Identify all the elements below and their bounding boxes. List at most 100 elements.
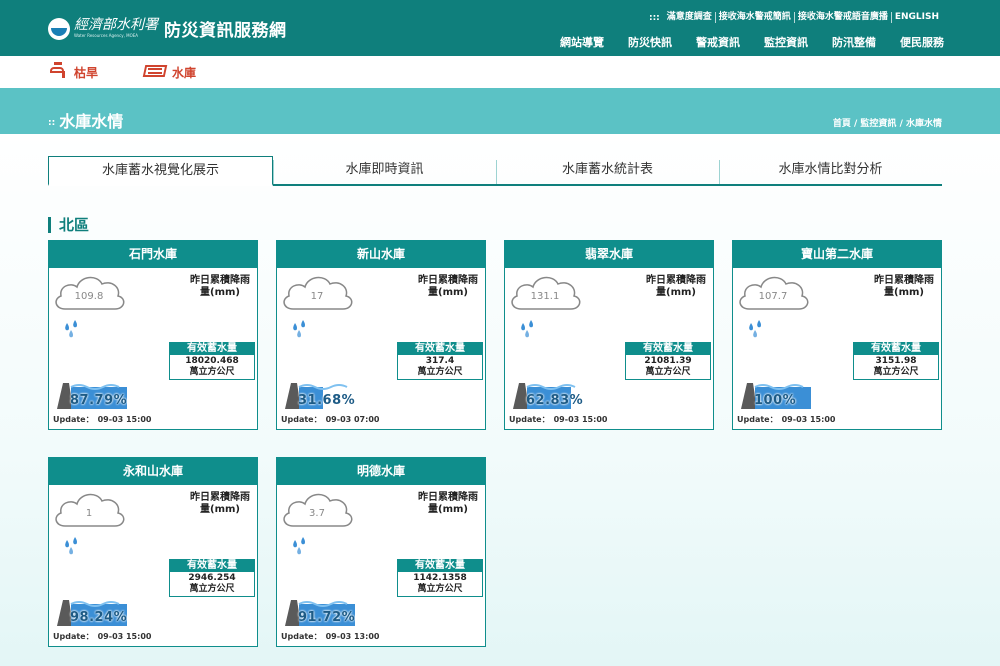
subnav-item-reservoir[interactable]: 水庫 bbox=[142, 62, 196, 82]
storage-title: 有效蓄水量 bbox=[169, 342, 255, 355]
rainfall-value: 109.8 bbox=[74, 291, 104, 302]
storage-unit: 萬立方公尺 bbox=[645, 367, 691, 377]
effective-storage-box: 有效蓄水量 1142.1358 萬立方公尺 bbox=[397, 559, 483, 597]
raindrop-icon bbox=[749, 320, 761, 338]
storage-title: 有效蓄水量 bbox=[397, 559, 483, 572]
faucet-icon bbox=[48, 62, 70, 82]
reservoir-name: 永和山水庫 bbox=[49, 458, 257, 485]
rainfall-value: 131.1 bbox=[530, 291, 560, 302]
storage-title: 有效蓄水量 bbox=[625, 342, 711, 355]
tab-visualization[interactable]: 水庫蓄水視覺化展示 bbox=[48, 156, 273, 186]
storage-value: 21081.39 bbox=[644, 356, 692, 366]
region-heading: 北區 bbox=[48, 214, 89, 235]
agency-name: 經濟部水利署 bbox=[74, 17, 158, 33]
update-time: Update： 09-03 13:00 bbox=[281, 632, 380, 641]
raindrop-icon bbox=[65, 537, 77, 555]
reservoir-card[interactable]: 翡翠水庫 131.1 昨日累積降雨 量(mm) 有效蓄水量 21081.39 萬立方公尺 62… bbox=[504, 240, 714, 430]
nav-item-services[interactable]: 便民服務 bbox=[900, 34, 944, 50]
utility-links: ::: 滿意度調查 接收海水警戒簡訊 接收海水警戒語音廣播 ENGLISH bbox=[649, 12, 942, 23]
raindrop-icon bbox=[293, 320, 305, 338]
reservoir-name: 新山水庫 bbox=[277, 241, 485, 268]
subnav-label-reservoir: 水庫 bbox=[172, 65, 197, 80]
rainfall-label: 昨日累積降雨 量(mm) bbox=[418, 275, 478, 298]
update-time: Update： 09-03 07:00 bbox=[281, 415, 380, 424]
rainfall-value: 3.7 bbox=[309, 508, 325, 519]
subnav-label-drought: 枯旱 bbox=[74, 65, 99, 80]
storage-unit: 萬立方公尺 bbox=[189, 584, 235, 594]
breadcrumb-monitoring[interactable]: 監控資訊 bbox=[860, 119, 896, 129]
tab-comparison[interactable]: 水庫水情比對分析 bbox=[719, 156, 942, 184]
agency-logo[interactable]: 經濟部水利署 Water Resources Agency, MOEA 防災資訊… bbox=[48, 16, 287, 41]
reservoir-name: 翡翠水庫 bbox=[505, 241, 713, 268]
storage-unit: 萬立方公尺 bbox=[417, 584, 463, 594]
storage-title: 有效蓄水量 bbox=[169, 559, 255, 572]
nav-item-news[interactable]: 防災快訊 bbox=[628, 34, 672, 50]
storage-value: 18020.468 bbox=[185, 356, 239, 366]
storage-title: 有效蓄水量 bbox=[853, 342, 939, 355]
storage-percentage: 31.68% bbox=[298, 393, 356, 408]
update-time: Update： 09-03 15:00 bbox=[53, 415, 152, 424]
reservoir-name: 石門水庫 bbox=[49, 241, 257, 268]
update-time: Update： 09-03 15:00 bbox=[509, 415, 608, 424]
reservoir-card[interactable]: 寶山第二水庫 107.7 昨日累積降雨 量(mm) 有效蓄水量 3151.98 萬立方公尺 1… bbox=[732, 240, 942, 430]
page-title-band: :: 水庫水情 首頁 / 監控資訊 / 水庫水情 bbox=[0, 88, 1000, 134]
storage-unit: 萬立方公尺 bbox=[189, 367, 235, 377]
effective-storage-box: 有效蓄水量 21081.39 萬立方公尺 bbox=[625, 342, 711, 380]
effective-storage-box: 有效蓄水量 2946.254 萬立方公尺 bbox=[169, 559, 255, 597]
effective-storage-box: 有效蓄水量 18020.468 萬立方公尺 bbox=[169, 342, 255, 380]
effective-storage-box: 有效蓄水量 317.4 萬立方公尺 bbox=[397, 342, 483, 380]
update-time: Update： 09-03 15:00 bbox=[737, 415, 836, 424]
nav-item-sitemap[interactable]: 網站導覽 bbox=[560, 34, 604, 50]
nav-item-flood-prep[interactable]: 防汛整備 bbox=[832, 34, 876, 50]
util-link-survey[interactable]: 滿意度調查 bbox=[664, 12, 716, 23]
agency-emblem-icon bbox=[48, 17, 70, 40]
main-content: 水庫蓄水視覺化展示 水庫即時資訊 水庫蓄水統計表 水庫水情比對分析 北區 石門水… bbox=[0, 134, 1000, 666]
breadcrumb-current[interactable]: 水庫水情 bbox=[906, 119, 942, 129]
rainfall-label: 昨日累積降雨 量(mm) bbox=[190, 275, 250, 298]
storage-percentage: 91.72% bbox=[298, 610, 356, 625]
raindrop-icon bbox=[521, 320, 533, 338]
util-link-sms-alert[interactable]: 接收海水警戒簡訊 bbox=[716, 12, 795, 23]
storage-value: 3151.98 bbox=[875, 356, 917, 366]
grip-icon: ::: bbox=[648, 12, 660, 23]
tab-realtime[interactable]: 水庫即時資訊 bbox=[273, 156, 496, 184]
raindrop-icon bbox=[293, 537, 305, 555]
storage-percentage: 98.24% bbox=[70, 610, 128, 625]
reservoir-card[interactable]: 永和山水庫 1 昨日累積降雨 量(mm) 有效蓄水量 2946.254 萬立方公尺 98.24… bbox=[48, 457, 258, 647]
util-link-english[interactable]: ENGLISH bbox=[892, 12, 942, 23]
rainfall-value: 1 bbox=[85, 508, 93, 519]
reservoir-card[interactable]: 石門水庫 109.8 昨日累積降雨 量(mm) 有效蓄水量 18020.468 萬立方公尺 8… bbox=[48, 240, 258, 430]
nav-item-monitoring[interactable]: 監控資訊 bbox=[764, 34, 808, 50]
reservoir-name: 明德水庫 bbox=[277, 458, 485, 485]
reservoir-name: 寶山第二水庫 bbox=[733, 241, 941, 268]
rainfall-label: 昨日累積降雨 量(mm) bbox=[646, 275, 706, 298]
storage-unit: 萬立方公尺 bbox=[417, 367, 463, 377]
main-nav: 網站導覽 防災快訊 警戒資訊 監控資訊 防汛整備 便民服務 bbox=[536, 34, 944, 50]
breadcrumb: 首頁 / 監控資訊 / 水庫水情 bbox=[832, 119, 942, 129]
update-time: Update： 09-03 15:00 bbox=[53, 632, 152, 641]
rainfall-value: 17 bbox=[310, 291, 324, 302]
sub-nav: 枯旱 水庫 bbox=[0, 56, 1000, 88]
page-title: :: 水庫水情 bbox=[48, 112, 124, 131]
raindrop-icon bbox=[65, 320, 77, 338]
tab-statistics[interactable]: 水庫蓄水統計表 bbox=[496, 156, 719, 184]
effective-storage-box: 有效蓄水量 3151.98 萬立方公尺 bbox=[853, 342, 939, 380]
nav-item-alerts[interactable]: 警戒資訊 bbox=[696, 34, 740, 50]
util-link-voice-alert[interactable]: 接收海水警戒語音廣播 bbox=[795, 12, 892, 23]
storage-title: 有效蓄水量 bbox=[397, 342, 483, 355]
breadcrumb-home[interactable]: 首頁 bbox=[833, 119, 851, 129]
site-title: 防災資訊服務網 bbox=[164, 21, 287, 41]
reservoir-card[interactable]: 新山水庫 17 昨日累積降雨 量(mm) 有效蓄水量 317.4 萬立方公尺 31.68% Up… bbox=[276, 240, 486, 430]
storage-percentage: 100% bbox=[754, 393, 797, 408]
storage-value: 2946.254 bbox=[188, 573, 236, 583]
rainfall-value: 107.7 bbox=[758, 291, 788, 302]
rainfall-label: 昨日累積降雨 量(mm) bbox=[418, 492, 478, 515]
storage-value: 1142.1358 bbox=[413, 573, 467, 583]
storage-value: 317.4 bbox=[425, 356, 455, 366]
subnav-item-drought[interactable]: 枯旱 bbox=[48, 62, 98, 82]
dam-icon bbox=[142, 62, 168, 82]
reservoir-card[interactable]: 明德水庫 3.7 昨日累積降雨 量(mm) 有效蓄水量 1142.1358 萬立方公尺 91.… bbox=[276, 457, 486, 647]
storage-percentage: 87.79% bbox=[70, 393, 128, 408]
agency-name-en: Water Resources Agency, MOEA bbox=[74, 33, 139, 38]
rainfall-label: 昨日累積降雨 量(mm) bbox=[874, 275, 934, 298]
